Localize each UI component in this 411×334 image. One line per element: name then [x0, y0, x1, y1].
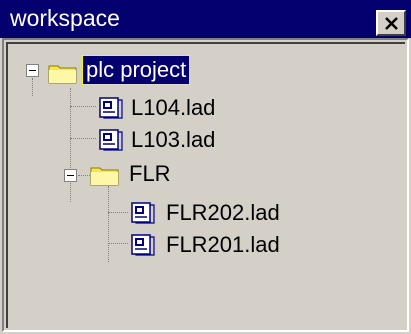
tree-connector	[70, 138, 96, 139]
tree-node-l103[interactable]: L103.lad	[128, 126, 218, 154]
ladder-file-icon	[99, 97, 123, 119]
workspace-window: workspace plc project L104.lad L103.lad …	[0, 0, 411, 334]
tree-node-l104[interactable]: L104.lad	[128, 94, 218, 122]
collapse-toggle-plc-project[interactable]	[26, 64, 39, 77]
tree-connector	[32, 78, 33, 96]
tree-connector	[108, 212, 128, 213]
tree-connector	[108, 186, 109, 262]
close-icon	[385, 17, 398, 30]
ladder-file-icon	[131, 202, 155, 224]
collapse-toggle-flr[interactable]	[64, 169, 77, 182]
ladder-file-icon	[99, 129, 123, 151]
tree-node-flr201[interactable]: FLR201.lad	[163, 231, 283, 259]
tree-node-flr202[interactable]: FLR202.lad	[163, 199, 283, 227]
folder-open-icon	[48, 65, 77, 84]
tree-connector	[108, 243, 128, 244]
ladder-file-icon	[131, 234, 155, 256]
tree-node-plc-project[interactable]: plc project	[81, 55, 191, 85]
title-bar[interactable]: workspace	[0, 0, 411, 38]
window-title: workspace	[10, 5, 120, 31]
tree-inner: plc project L104.lad L103.lad FLR FLR202…	[6, 42, 405, 328]
tree-connector	[70, 106, 96, 107]
folder-open-icon	[90, 167, 119, 186]
tree-node-flr[interactable]: FLR	[126, 160, 174, 188]
close-button[interactable]	[376, 10, 406, 36]
project-tree-view[interactable]: plc project L104.lad L103.lad FLR FLR202…	[2, 38, 409, 332]
